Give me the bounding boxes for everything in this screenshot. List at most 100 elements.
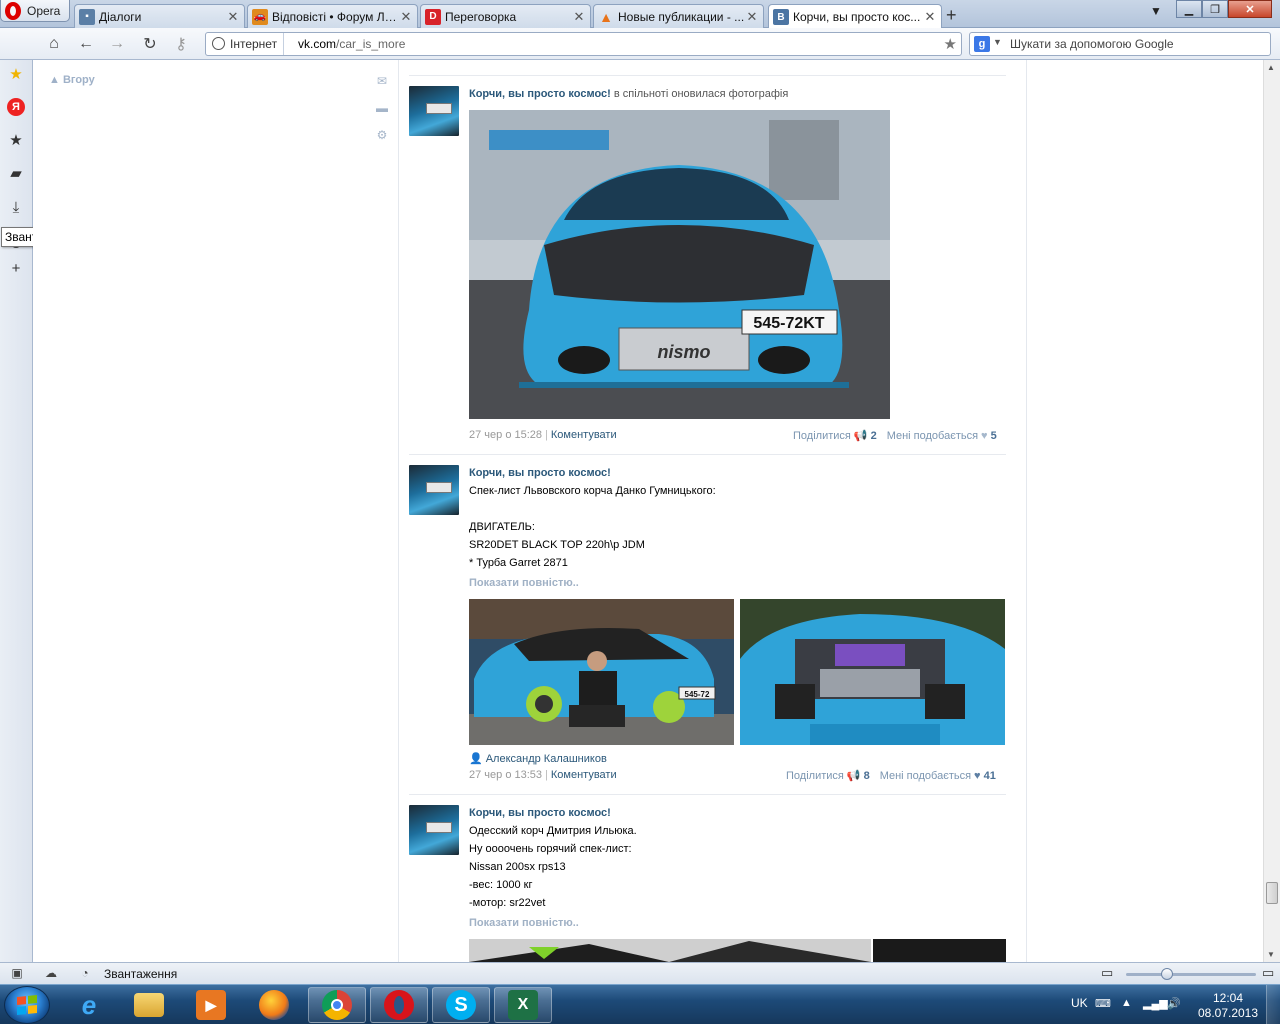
post-time[interactable]: 27 чер о 15:28 [469, 429, 542, 441]
show-desktop-button[interactable] [1266, 985, 1280, 1024]
megaphone-icon[interactable]: 📢 [854, 429, 868, 442]
heart-icon[interactable]: ♥ [981, 430, 988, 442]
panel-toggle-icon[interactable]: ▣ [9, 966, 25, 982]
start-button[interactable] [4, 986, 50, 1024]
tab-close-icon[interactable]: ✕ [745, 9, 759, 25]
post-time[interactable]: 27 чер о 13:53 [469, 769, 542, 781]
taskbar-explorer[interactable] [120, 987, 178, 1023]
back-arrow-icon[interactable]: ← [75, 34, 97, 54]
url-text[interactable]: vk.com/car_is_more [298, 37, 405, 51]
like-link[interactable]: Мені подобається [887, 430, 978, 442]
tab-korchi-active[interactable]: В Корчи, вы просто кос... ✕ [768, 4, 942, 29]
bookmarks-star-icon[interactable]: ★ [7, 65, 25, 83]
window-close-button[interactable]: ✕ [1228, 0, 1272, 18]
network-signal-icon[interactable]: ▂▄▆ [1143, 997, 1168, 1010]
group-avatar[interactable] [409, 805, 459, 855]
tab-close-icon[interactable]: ✕ [226, 9, 240, 25]
reload-icon[interactable]: ↻ [139, 34, 161, 54]
post-photo-blue-nissan-front[interactable]: nismo 545-72KT [469, 110, 890, 419]
speed-dial-icon[interactable]: ◔ [77, 966, 93, 982]
show-more-link[interactable]: Показати повністю.. [469, 577, 579, 589]
yandex-icon[interactable]: Я [7, 98, 25, 116]
post-author[interactable]: Корчи, вы просто космос! в спільноті оно… [469, 88, 788, 100]
taskbar-firefox[interactable] [245, 987, 303, 1023]
forward-arrow-icon[interactable]: → [106, 34, 128, 54]
messages-icon[interactable]: ✉ [375, 74, 389, 88]
settings-gear-icon[interactable]: ⚙ [375, 128, 389, 142]
tab-list-chevron-icon[interactable]: ▼ [1150, 4, 1162, 18]
share-link[interactable]: Поділитися [786, 770, 844, 782]
taskbar-opera[interactable] [370, 987, 428, 1023]
like-link[interactable]: Мені подобається [880, 770, 971, 782]
heart-icon[interactable]: ♥ [974, 770, 981, 782]
tab-dialogs[interactable]: ▪ Діалоги ✕ [74, 4, 245, 28]
window-restore-button[interactable]: ❐ [1202, 0, 1228, 18]
media-player-icon: ▶ [196, 990, 226, 1020]
scroll-up-arrow-icon[interactable]: ▲ [1267, 63, 1275, 72]
show-more-link[interactable]: Показати повністю.. [469, 917, 579, 929]
downloads-icon[interactable]: ⤓ [7, 198, 25, 216]
post-photo-event-tent[interactable] [469, 939, 871, 962]
comment-link[interactable]: Коментувати [551, 769, 617, 781]
clock-date: 08.07.2013 [1197, 1006, 1259, 1020]
zoom-in-icon[interactable]: ▭ [1262, 965, 1274, 981]
group-avatar[interactable] [409, 465, 459, 515]
tray-expand-icon[interactable]: ▲ [1121, 997, 1132, 1009]
bookmark-star-icon[interactable]: ★ [944, 35, 957, 53]
google-icon[interactable]: g [974, 36, 990, 52]
post-photo-dark[interactable] [873, 939, 1006, 962]
add-panel-icon[interactable]: + [7, 259, 25, 277]
page-scrollbar[interactable]: ▲ ▼ [1263, 60, 1280, 962]
cloud-icon[interactable]: ☁ [43, 966, 59, 982]
security-badge[interactable]: Інтернет [206, 33, 285, 55]
key-icon[interactable]: ⚷ [170, 34, 192, 54]
scroll-down-arrow-icon[interactable]: ▼ [1267, 950, 1275, 959]
scrollbar-thumb[interactable] [1266, 882, 1278, 904]
taskbar-chrome[interactable] [308, 987, 366, 1023]
tab-peregovorka[interactable]: D Переговорка ✕ [420, 4, 591, 28]
favorites-star-icon[interactable]: ★ [7, 131, 25, 149]
taskbar-media-player[interactable]: ▶ [182, 987, 240, 1023]
opera-menu-button[interactable]: Opera [0, 0, 70, 22]
keyboard-icon[interactable]: ⌨ [1095, 997, 1111, 1010]
zoom-slider-track[interactable] [1126, 973, 1256, 976]
post-author[interactable]: Корчи, вы просто космос! [469, 467, 611, 479]
zoom-slider-knob[interactable] [1161, 968, 1173, 980]
tab-close-icon[interactable]: ✕ [572, 9, 586, 25]
system-clock[interactable]: 12:04 08.07.2013 [1196, 991, 1260, 1021]
volume-icon[interactable]: 🔊 [1167, 997, 1181, 1010]
opera-status-bar: ▣ ☁ ◔ Звантаження ▭ ▭ [0, 962, 1280, 984]
tab-close-icon[interactable]: ✕ [399, 9, 413, 25]
post-separator [409, 794, 1006, 795]
taskbar-skype[interactable]: S [432, 987, 490, 1023]
group-avatar[interactable] [409, 86, 459, 136]
post-author[interactable]: Корчи, вы просто космос! [469, 807, 611, 819]
zoom-out-icon[interactable]: ▭ [1101, 965, 1113, 981]
megaphone-icon[interactable]: 📢 [847, 769, 861, 782]
like-count: 5 [990, 429, 997, 442]
search-field[interactable]: g ▼ Шукати за допомогою Google [969, 32, 1271, 56]
tab-forum[interactable]: 🚗 Відповісті • Форум Ль... ✕ [247, 4, 418, 28]
search-engine-dropdown-icon[interactable]: ▼ [993, 37, 1002, 47]
clock-time: 12:04 [1212, 991, 1244, 1005]
post-photo-engine-bay[interactable] [740, 599, 1005, 745]
post-separator [409, 75, 1006, 76]
tab-close-icon[interactable]: ✕ [923, 9, 937, 25]
comment-link[interactable]: Коментувати [551, 429, 617, 441]
language-indicator[interactable]: UK [1071, 996, 1088, 1010]
home-icon[interactable]: ⌂ [43, 34, 65, 54]
post-text-line: Nissan 200sx rps13 [469, 861, 566, 873]
notes-icon[interactable]: ▰ [7, 164, 25, 182]
taskbar-excel[interactable]: X [494, 987, 552, 1023]
taskbar-internet-explorer[interactable]: e [60, 987, 118, 1023]
skype-icon: S [446, 990, 476, 1020]
share-link[interactable]: Поділитися [793, 430, 851, 442]
post-photo-man-with-car[interactable]: 545-72 [469, 599, 734, 745]
window-minimize-button[interactable]: ▁ [1176, 0, 1202, 18]
tab-new-publications[interactable]: ▲ Новые публикации - ... ✕ [593, 4, 764, 28]
new-tab-button[interactable]: + [946, 5, 957, 26]
comments-icon[interactable]: ▬ [375, 101, 389, 115]
photo-credit[interactable]: 👤 Александр Калашников [469, 752, 607, 765]
scroll-up-link[interactable]: ▲ Вгору [49, 74, 95, 86]
address-field[interactable]: Інтернет vk.com/car_is_more ★ [205, 32, 962, 56]
